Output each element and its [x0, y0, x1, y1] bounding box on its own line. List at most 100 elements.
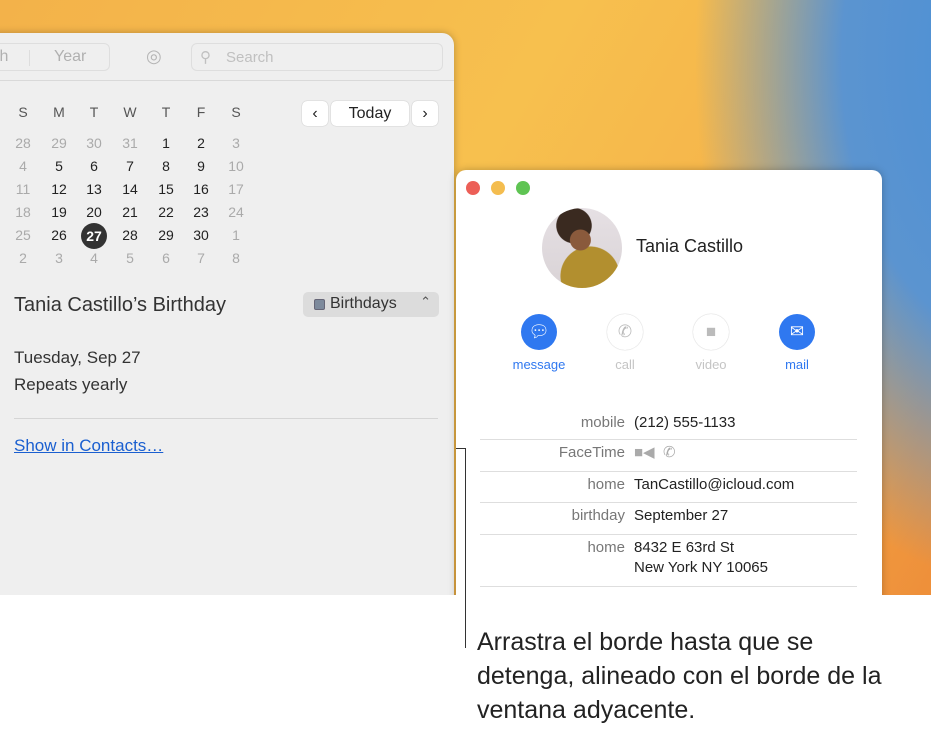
- field-value[interactable]: September 27: [634, 506, 728, 526]
- calendar-day[interactable]: 30: [186, 227, 216, 243]
- address-line: 8432 E 63rd St: [634, 539, 735, 556]
- chevron-updown-icon: ⌃: [420, 294, 431, 309]
- contacts-window: Tania Castillo 💬︎ message ✆ call ■ video ✉ mail…: [456, 170, 882, 595]
- calendar-day[interactable]: 8: [221, 250, 251, 266]
- weekday-header: T: [89, 104, 99, 120]
- calendar-day[interactable]: 15: [151, 181, 181, 197]
- weekday-header: F: [196, 104, 206, 120]
- field-row: home TanCastillo@icloud.com: [480, 472, 857, 503]
- event-title: Tania Castillo’s Birthday: [14, 294, 226, 316]
- calendar-day[interactable]: 10: [221, 158, 251, 174]
- contact-name: Tania Castillo: [636, 236, 744, 256]
- calendar-day[interactable]: 28: [8, 135, 38, 151]
- calendar-day[interactable]: 22: [151, 204, 181, 220]
- field-value[interactable]: 8432 E 63rd St New York NY 10065: [634, 538, 768, 578]
- divider: [14, 418, 438, 419]
- calendar-day[interactable]: 3: [44, 250, 74, 266]
- calendar-day[interactable]: 29: [151, 227, 181, 243]
- calendar-day[interactable]: 5: [115, 250, 145, 266]
- field-label: FaceTime: [558, 444, 625, 461]
- mail-button[interactable]: ✉ mail: [757, 314, 837, 372]
- calendar-day[interactable]: 7: [186, 250, 216, 266]
- action-label: call: [615, 357, 635, 372]
- calendar-day[interactable]: 1: [151, 135, 181, 151]
- zoom-button[interactable]: [516, 181, 530, 195]
- calendar-day[interactable]: 12: [44, 181, 74, 197]
- calendar-day[interactable]: 4: [8, 158, 38, 174]
- minimize-button[interactable]: [491, 181, 505, 195]
- calendar-window: th Year ◎ ⚲ Search SMTWTFS28293031123456…: [0, 33, 454, 595]
- message-button[interactable]: 💬︎ message: [499, 314, 579, 372]
- view-year-button[interactable]: Year: [54, 48, 86, 66]
- calendar-day[interactable]: 16: [186, 181, 216, 197]
- calendar-day[interactable]: 7: [115, 158, 145, 174]
- weekday-header: T: [161, 104, 171, 120]
- calendar-day[interactable]: 31: [115, 135, 145, 151]
- calendar-day[interactable]: 14: [115, 181, 145, 197]
- toolbar: th Year ◎ ⚲ Search: [0, 33, 454, 81]
- calendar-day[interactable]: 4: [79, 250, 109, 266]
- calendar-day[interactable]: 20: [79, 204, 109, 220]
- calendar-day[interactable]: 3: [221, 135, 251, 151]
- calendar-day[interactable]: 11: [8, 181, 38, 197]
- calendar-day[interactable]: 25: [8, 227, 38, 243]
- divider: [29, 50, 30, 66]
- message-icon: 💬︎: [521, 314, 557, 350]
- calendar-day[interactable]: 19: [44, 204, 74, 220]
- weekday-header: S: [231, 104, 241, 120]
- calendar-day[interactable]: 2: [8, 250, 38, 266]
- event-date: Tuesday, Sep 27: [14, 348, 141, 367]
- field-value[interactable]: (212) 555-1133: [634, 413, 735, 433]
- facetime-video-icon[interactable]: ■◀: [634, 444, 655, 461]
- calendar-day[interactable]: 6: [79, 158, 109, 174]
- search-placeholder: Search: [226, 49, 274, 66]
- action-label: video: [695, 357, 727, 372]
- search-icon: ⚲: [200, 49, 211, 66]
- field-row: birthday September 27: [480, 503, 857, 535]
- mail-icon: ✉: [779, 314, 815, 350]
- view-segmented-control[interactable]: th Year: [0, 43, 110, 71]
- calendar-day[interactable]: 5: [44, 158, 74, 174]
- video-button[interactable]: ■ video: [671, 314, 751, 372]
- calendar-color-swatch: [314, 299, 325, 310]
- video-icon: ■: [693, 314, 729, 350]
- event-repeat: Repeats yearly: [14, 375, 128, 394]
- calendar-day[interactable]: 29: [44, 135, 74, 151]
- calendar-day[interactable]: 24: [221, 204, 251, 220]
- calendar-day[interactable]: 13: [79, 181, 109, 197]
- calendar-select[interactable]: Birthdays ⌃: [303, 292, 439, 317]
- field-value[interactable]: TanCastillo@icloud.com: [634, 475, 794, 495]
- airdrop-icon[interactable]: ◎: [146, 46, 162, 67]
- calendar-day[interactable]: 26: [44, 227, 74, 243]
- phone-icon: ✆: [607, 314, 643, 350]
- close-button[interactable]: [466, 181, 480, 195]
- calendar-day[interactable]: 28: [115, 227, 145, 243]
- callout-line: [465, 448, 466, 648]
- calendar-day[interactable]: 8: [151, 158, 181, 174]
- prev-button[interactable]: ‹: [302, 101, 328, 126]
- action-label: message: [512, 357, 566, 372]
- call-button[interactable]: ✆ call: [585, 314, 665, 372]
- search-input[interactable]: ⚲ Search: [191, 43, 443, 71]
- view-month-button[interactable]: th: [0, 48, 8, 66]
- show-in-contacts-link[interactable]: Show in Contacts…: [14, 436, 163, 456]
- calendar-day[interactable]: 30: [79, 135, 109, 151]
- calendar-day[interactable]: 21: [115, 204, 145, 220]
- calendar-day[interactable]: 2: [186, 135, 216, 151]
- address-line: New York NY 10065: [634, 559, 768, 576]
- calendar-day[interactable]: 1: [221, 227, 251, 243]
- field-row: mobile (212) 555-1133: [480, 410, 857, 440]
- calendar-day[interactable]: 17: [221, 181, 251, 197]
- calendar-day[interactable]: 18: [8, 204, 38, 220]
- field-label: mobile: [580, 414, 625, 431]
- calendar-day[interactable]: 6: [151, 250, 181, 266]
- field-label: birthday: [571, 507, 625, 524]
- action-label: mail: [785, 357, 809, 372]
- calendar-day[interactable]: 9: [186, 158, 216, 174]
- next-button[interactable]: ›: [412, 101, 438, 126]
- weekday-header: W: [123, 104, 137, 120]
- facetime-audio-icon[interactable]: ✆: [663, 444, 676, 461]
- today-button[interactable]: Today: [331, 101, 409, 126]
- calendar-day[interactable]: 23: [186, 204, 216, 220]
- calendar-day[interactable]: 27: [81, 223, 107, 249]
